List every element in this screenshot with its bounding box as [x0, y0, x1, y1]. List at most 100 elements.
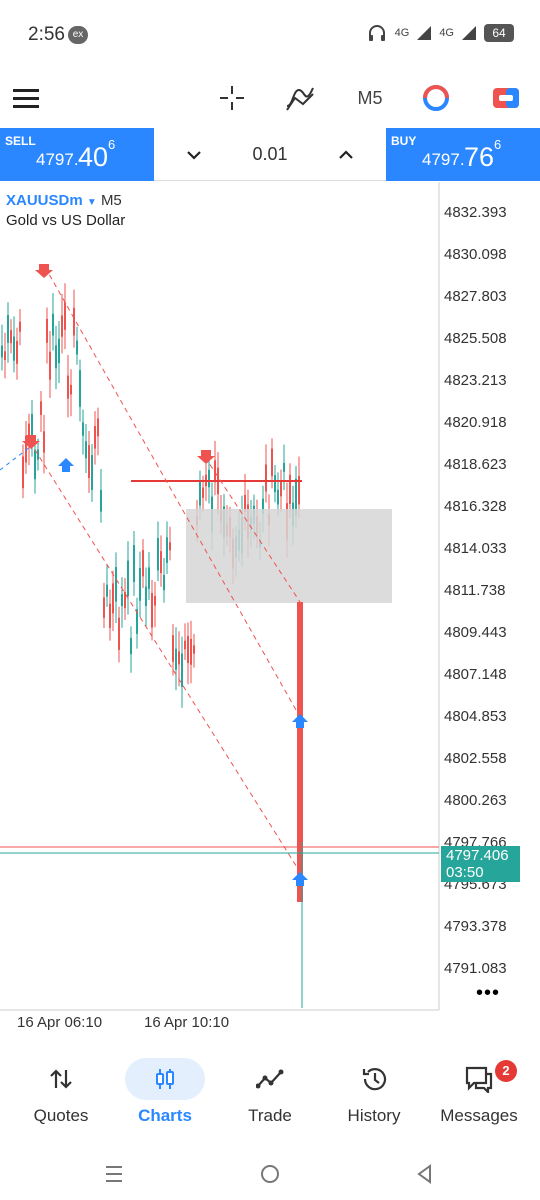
- quotes-icon: [41, 1062, 81, 1096]
- candle-body: [31, 413, 33, 436]
- price-axis-label: 4823.213: [444, 372, 507, 389]
- price-axis-label: 4802.558: [444, 750, 507, 767]
- price-axis-label: 4818.623: [444, 456, 507, 473]
- history-icon: [354, 1062, 394, 1096]
- objects-icon[interactable]: [416, 78, 456, 118]
- candle-body: [280, 480, 282, 497]
- candle-body: [157, 538, 159, 571]
- candle-body: [127, 560, 129, 597]
- candle-body: [124, 591, 126, 609]
- chevron-down-icon[interactable]: [182, 143, 206, 167]
- back-icon[interactable]: [410, 1159, 440, 1189]
- candle-body: [49, 351, 51, 380]
- current-price-tag: 4797.406 03:50: [441, 846, 520, 882]
- candle-body: [202, 487, 204, 498]
- more-options-icon[interactable]: •••: [476, 982, 500, 1005]
- recent-apps-icon[interactable]: [99, 1159, 129, 1189]
- trade-toggle-icon[interactable]: [486, 78, 526, 118]
- buy-price-small: 4797.: [422, 150, 465, 169]
- candle-body: [91, 455, 93, 490]
- chevron-up-icon[interactable]: [334, 143, 358, 167]
- nav-history[interactable]: History: [320, 1050, 428, 1140]
- sell-price-big: 40: [78, 142, 109, 172]
- candle-body: [61, 315, 63, 337]
- system-navigation: [0, 1145, 540, 1200]
- candle-body: [199, 481, 201, 506]
- candle-body: [166, 537, 168, 563]
- charts-icon: [145, 1062, 185, 1096]
- candle-body: [73, 307, 75, 336]
- status-bar: 2:56 ex 4G 4G 64: [0, 0, 540, 70]
- price-axis-label: 4791.083: [444, 960, 507, 977]
- buy-price-big: 76: [464, 142, 495, 172]
- hamburger-icon[interactable]: [6, 78, 46, 118]
- home-icon[interactable]: [255, 1159, 285, 1189]
- nav-quotes[interactable]: Quotes: [7, 1050, 115, 1140]
- candle-body: [76, 340, 78, 355]
- candle-body: [265, 464, 267, 492]
- price-axis-label: 4820.918: [444, 414, 507, 431]
- nav-charts[interactable]: Charts: [111, 1050, 219, 1140]
- candle-body: [208, 469, 210, 488]
- battery-icon: 64: [484, 24, 514, 42]
- trade-icon: [250, 1062, 290, 1096]
- supply-zone-rect[interactable]: [186, 509, 392, 603]
- status-icons: 4G 4G 64: [367, 24, 514, 42]
- candle-body: [37, 449, 39, 460]
- candle-body: [271, 448, 273, 477]
- nav-label-messages: Messages: [440, 1106, 518, 1125]
- timeframe-button[interactable]: M5: [352, 82, 388, 114]
- indicators-icon[interactable]: [280, 78, 320, 118]
- buy-button[interactable]: BUY 4797. 76 6: [386, 128, 540, 181]
- candle-body: [142, 550, 144, 577]
- current-price: 4797.406: [446, 847, 509, 864]
- price-axis-label: 4804.853: [444, 708, 507, 725]
- sell-arrow-icon: [22, 435, 40, 449]
- candle-body: [139, 567, 141, 601]
- candle-body: [175, 648, 177, 670]
- trendline-2[interactable]: [29, 441, 301, 873]
- sell-label: SELL: [5, 134, 36, 148]
- candle-body: [64, 302, 66, 330]
- signal-icon-2: [462, 26, 476, 40]
- nav-messages[interactable]: 2 Messages: [425, 1050, 533, 1140]
- symbol-header[interactable]: XAUUSDm ▼ M5: [6, 192, 122, 209]
- ex-badge: ex: [68, 26, 88, 44]
- buy-arrow-icon: [58, 458, 74, 472]
- candle-body: [52, 313, 54, 336]
- sell-price-sup: 6: [108, 137, 116, 152]
- candle-body: [4, 351, 6, 361]
- nav-label-quotes: Quotes: [33, 1106, 89, 1125]
- buy-label: BUY: [391, 134, 417, 148]
- candle-body: [172, 635, 174, 662]
- bottom-navigation: Quotes Charts Trade History 2 Messages: [0, 1050, 540, 1140]
- candle-body: [214, 460, 216, 483]
- price-axis-label: 4793.378: [444, 918, 507, 935]
- messages-icon: [459, 1062, 499, 1096]
- price-axis-label: 4825.508: [444, 330, 507, 347]
- candle-body: [70, 384, 72, 395]
- candle-body: [160, 551, 162, 574]
- crosshair-icon[interactable]: [212, 78, 252, 118]
- candle-body: [58, 338, 60, 364]
- time-label-1: 16 Apr 06:10: [17, 1014, 103, 1031]
- candle-body: [67, 375, 69, 399]
- sell-button[interactable]: SELL 4797. 40 6: [0, 128, 154, 181]
- candle-body: [88, 445, 90, 478]
- nav-trade[interactable]: Trade: [216, 1050, 324, 1140]
- candle-body: [277, 489, 279, 505]
- symbol-name[interactable]: XAUUSDm: [6, 192, 83, 209]
- candle-body: [187, 636, 189, 663]
- price-chart[interactable]: XAUUSDm ▼ M5 Gold vs US Dollar 4832.393 4…: [0, 182, 540, 1048]
- status-time: 2:56: [28, 24, 65, 45]
- messages-badge: 2: [495, 1060, 517, 1082]
- symbol-dropdown-icon[interactable]: ▼: [87, 197, 97, 208]
- one-click-trade-bar: SELL 4797. 40 6 0.01 BUY 4797. 76 6: [0, 128, 540, 181]
- lot-value[interactable]: 0.01: [224, 128, 316, 181]
- candle-body: [130, 637, 132, 655]
- candle-body: [163, 574, 165, 591]
- price-axis-label: 4807.148: [444, 666, 507, 683]
- candle-body: [34, 449, 36, 480]
- price-axis-label: 4816.328: [444, 498, 507, 515]
- sell-arrow-icon: [197, 450, 215, 464]
